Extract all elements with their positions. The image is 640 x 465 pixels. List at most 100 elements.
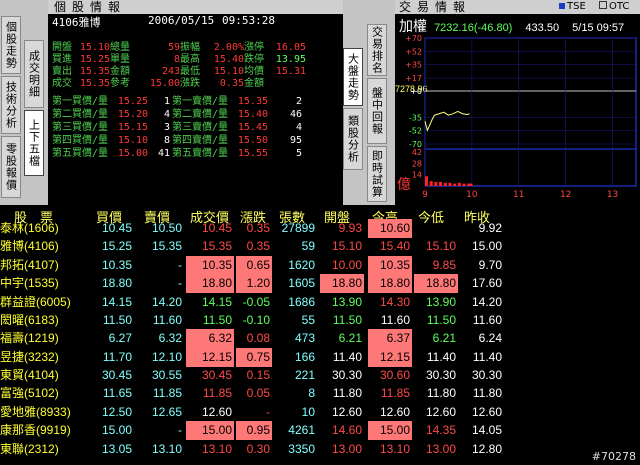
table-cell: 18.80 bbox=[320, 274, 364, 294]
table-row[interactable]: 邦拓(4107) 10.35-10.35 0.65 1620 10.00 10.35 9.8… bbox=[0, 255, 640, 275]
table-cell: 11.85 bbox=[380, 386, 410, 401]
ask-price: 15.45 bbox=[237, 122, 268, 133]
ask-label: 第四賣價/量 bbox=[172, 135, 229, 146]
tab-trade-ranking[interactable]: 交易排名 bbox=[367, 24, 387, 76]
tab-sector-analysis[interactable]: 類股分析 bbox=[343, 108, 363, 170]
table-cell: 13.00 bbox=[425, 441, 456, 456]
table-cell: 30.55 bbox=[151, 368, 182, 383]
summary-label: 總量 bbox=[110, 42, 130, 53]
table-row[interactable]: 愛地雅(8933) 12.50 12.65 12.60 - 10 12.60 12.60 12.… bbox=[0, 403, 640, 422]
ask-price: 15.55 bbox=[237, 148, 268, 159]
y-tick-label: +35 bbox=[405, 61, 422, 70]
table-cell: 11.50 bbox=[202, 312, 232, 327]
table-row[interactable]: 昱捷(3232) 11.70 12.10 12.15 0.75 166 11.40 12.15… bbox=[0, 347, 640, 367]
table-cell: 8 bbox=[308, 386, 315, 401]
bid-qty: 1 bbox=[163, 96, 170, 107]
table-cell: 11.65 bbox=[102, 386, 132, 401]
table-row[interactable]: 東貿(4104) 30.45 30.55 30.45 0.15 221 30.30 30.60… bbox=[0, 366, 640, 385]
y-tick-label: -35 bbox=[409, 114, 422, 123]
x-tick-label: 10 bbox=[466, 190, 478, 200]
table-cell: 30.45 bbox=[201, 368, 232, 383]
table-cell: 10.45 bbox=[101, 221, 132, 235]
bid-label: 第三買價/量 bbox=[52, 122, 109, 133]
tab-intraday-report[interactable]: 盤中回報 bbox=[367, 78, 387, 144]
bid-price: 15.25 bbox=[117, 96, 148, 107]
bid-price: 15.00 bbox=[117, 148, 148, 159]
table-cell: 1686 bbox=[288, 294, 315, 309]
summary-value: 15.25 bbox=[79, 54, 110, 65]
bid-price: 15.10 bbox=[117, 135, 148, 146]
tab-trade-details[interactable]: 成交明細 bbox=[24, 40, 44, 108]
ask-price: 15.50 bbox=[237, 135, 268, 146]
summary-value: 59 bbox=[167, 42, 180, 53]
table-row[interactable]: 中宇(1535) 18.80-18.80 1.20 1605 18.80 18.80 18.… bbox=[0, 274, 640, 294]
tab-realtime-calc[interactable]: 即時試算 bbox=[367, 146, 387, 202]
table-cell: 14.30 bbox=[379, 294, 410, 309]
table-cell: 221 bbox=[294, 368, 315, 383]
table-row[interactable]: 閎曜(6183) 11.50 11.60 11.50 -0.10 55 11.50 11.60… bbox=[0, 311, 640, 330]
table-cell: 10.35 bbox=[368, 255, 412, 275]
table-cell: 15.25 bbox=[101, 239, 132, 254]
table-row[interactable]: 群益證(6005) 14.15 14.20 14.15 -0.05 1686 13.90 14… bbox=[0, 293, 640, 312]
table-cell: 13.90 bbox=[331, 294, 362, 309]
table-row[interactable]: 富強(5102) 11.65 11.85 11.85 0.05 8 11.80 11.85 11… bbox=[0, 384, 640, 403]
table-cell: 12.60 bbox=[201, 404, 232, 419]
table-cell: 6.37 bbox=[368, 329, 412, 349]
summary-label: 漲停 bbox=[244, 42, 264, 53]
table-cell: 11.40 bbox=[426, 349, 456, 364]
tab-stock-trend[interactable]: 個股走勢 bbox=[1, 16, 21, 74]
volume-tick-label: 14 bbox=[412, 171, 422, 180]
table-row[interactable]: 福壽(1219) 6.27 6.32 6.32 0.08 473 6.21 6.37 6.21 6… bbox=[0, 329, 640, 349]
summary-label: 漲跌 bbox=[180, 78, 200, 89]
table-cell: 15.00 bbox=[101, 423, 132, 438]
ask-qty: 95 bbox=[289, 135, 302, 146]
index-chart: +70+52+35+17+0-35-52-704228149 10 11 12 13 bbox=[405, 34, 637, 200]
table-cell: 15.00 bbox=[471, 239, 502, 254]
x-tick-label: 11 bbox=[513, 190, 524, 200]
stock-header: 4106雅博 2006/05/15 09:53:28 bbox=[52, 14, 342, 29]
tab-five-level-depth[interactable]: 上下五檔 bbox=[24, 110, 44, 176]
table-cell: - bbox=[178, 276, 182, 291]
table-cell: 14.60 bbox=[331, 423, 362, 438]
table-row[interactable]: 東聯(2312) 13.05 13.10 13.10 0.30 3350 13.00 13.1… bbox=[0, 440, 640, 459]
volume-bar bbox=[425, 176, 428, 186]
stock-name: 昱捷(3232) bbox=[0, 349, 59, 364]
table-cell: 12.60 bbox=[331, 404, 362, 419]
watermark-text: #70278 bbox=[591, 450, 636, 463]
ask-price: 15.35 bbox=[237, 96, 268, 107]
table-cell: 13.00 bbox=[331, 441, 362, 456]
table-cell: 10.00 bbox=[331, 257, 362, 272]
table-cell: 0.75 bbox=[236, 347, 272, 367]
tab-market-trend[interactable]: 大盤走勢 bbox=[343, 48, 363, 106]
table-cell: 0.95 bbox=[236, 421, 272, 441]
stock-name: 東貿(4104) bbox=[0, 368, 59, 383]
table-cell: 30.60 bbox=[379, 368, 410, 383]
tab-technical-analysis[interactable]: 技術分析 bbox=[1, 76, 21, 134]
table-cell: 11.60 bbox=[380, 312, 410, 327]
table-cell: 11.40 bbox=[472, 349, 502, 364]
tab-odd-lot-quote[interactable]: 零股報價 bbox=[1, 136, 21, 198]
x-tick-label: 13 bbox=[607, 190, 618, 200]
chart-area: 加權 7232.16(-46.80) 433.50 5/15 09:57 727… bbox=[395, 14, 640, 205]
table-row[interactable]: 雅博(4106) 15.25 15.35 15.35 0.35 59 15.10 15.40 1… bbox=[0, 237, 640, 256]
ask-label: 第五賣價/量 bbox=[172, 148, 229, 159]
ask-qty: 46 bbox=[289, 109, 302, 120]
legend-tse: TSE bbox=[559, 0, 586, 14]
ask-qty: 2 bbox=[295, 96, 302, 107]
stock-name: 康那香(9919) bbox=[0, 423, 71, 438]
table-cell: 11.80 bbox=[472, 386, 502, 401]
table-row[interactable]: 泰林(1606) 10.45 10.50 10.45 0.35 27899 9.93 10.6… bbox=[0, 219, 640, 238]
table-cell: 15.10 bbox=[425, 239, 456, 254]
stock-name: 富強(5102) bbox=[0, 386, 59, 401]
table-cell: 9.70 bbox=[478, 257, 502, 272]
table-row[interactable]: 康那香(9919) 15.00-15.00 0.95 4261 14.60 15.00 14… bbox=[0, 421, 640, 441]
table-cell: 10.45 bbox=[201, 221, 232, 235]
table-cell: 11.50 bbox=[332, 312, 362, 327]
stock-name: 福壽(1219) bbox=[0, 331, 59, 346]
table-cell: 6.32 bbox=[158, 331, 182, 346]
table-cell: 6.21 bbox=[432, 331, 456, 346]
summary-label: 單量 bbox=[110, 54, 130, 65]
summary-label: 最高 bbox=[180, 54, 200, 65]
table-cell: 14.15 bbox=[101, 294, 132, 309]
summary-value: 8 bbox=[173, 54, 180, 65]
